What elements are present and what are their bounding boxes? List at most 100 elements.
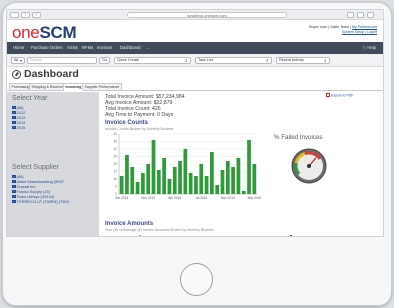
year-option-2015[interactable]: 2015 bbox=[12, 125, 25, 130]
preferences-link[interactable]: My Preferences bbox=[352, 25, 377, 29]
bar bbox=[141, 173, 145, 194]
x-tick-label: Nov 2014 bbox=[221, 196, 235, 200]
new-tab-icon[interactable] bbox=[367, 12, 374, 18]
page-title: Dashboard bbox=[24, 68, 79, 80]
chevron-down-icon: ▾ bbox=[19, 58, 22, 63]
search-input[interactable]: Search bbox=[27, 57, 97, 64]
x-tick-label: Jul 2014 bbox=[195, 196, 207, 200]
tabs-icon[interactable] bbox=[357, 12, 364, 18]
bar bbox=[167, 179, 172, 194]
bar bbox=[194, 176, 198, 194]
nav-purchase-orders[interactable]: Purchase Orders bbox=[31, 45, 63, 50]
bar bbox=[183, 149, 188, 194]
bar bbox=[125, 155, 129, 194]
x-tick-label: Jun 2013 bbox=[115, 196, 128, 200]
share-icon[interactable] bbox=[347, 12, 354, 18]
y-tick-label: 40 bbox=[113, 132, 117, 136]
address-bar[interactable]: scsdemo.onescm.com bbox=[127, 12, 287, 18]
chevron-down-icon: ⇕ bbox=[265, 58, 269, 63]
select-supplier-heading: Select Supplier bbox=[12, 164, 60, 171]
invoice-counts-chart: 0510152025303540Jun 2013 Nov 2013 Apr 2014… bbox=[113, 132, 262, 200]
bar bbox=[156, 170, 161, 194]
bar bbox=[210, 152, 214, 194]
bar bbox=[188, 173, 193, 194]
checkbox-icon bbox=[12, 184, 16, 189]
chevron-down-icon: ⇕ bbox=[323, 58, 327, 63]
nav-home[interactable]: Home bbox=[13, 45, 24, 50]
x-tick-label: Mar 2015 bbox=[248, 196, 262, 200]
checkbox-icon bbox=[12, 105, 16, 110]
checkbox-icon bbox=[12, 189, 16, 194]
nav-asns[interactable]: ASNs bbox=[67, 45, 78, 50]
sidebar-toggle-icon[interactable] bbox=[10, 12, 19, 18]
home-button[interactable] bbox=[180, 263, 213, 296]
invoice-amounts-title: Invoice Amounts bbox=[105, 221, 154, 227]
go-button[interactable]: Go bbox=[99, 57, 110, 64]
bar bbox=[151, 140, 156, 194]
invoice-counts-title: Invoice Counts bbox=[105, 120, 149, 126]
filter-sidebar: Select Year (All) 2012 2013 2014 2015 Se… bbox=[7, 92, 99, 236]
nav-rfms[interactable]: RFMs bbox=[82, 45, 93, 50]
pdf-icon bbox=[326, 93, 330, 97]
checkbox-icon bbox=[12, 174, 16, 179]
y-tick-label: 20 bbox=[113, 162, 117, 166]
user-info: Buyer User | Sales Team | My Preferences… bbox=[309, 25, 377, 35]
x-tick-label: Apr 2014 bbox=[168, 196, 181, 200]
recent-activity-select[interactable]: Recent Activity ⇕ bbox=[276, 57, 330, 64]
bar bbox=[220, 170, 225, 194]
bar bbox=[162, 158, 166, 194]
select-year-heading: Select Year bbox=[12, 95, 48, 102]
checkbox-icon bbox=[12, 115, 16, 120]
tab-invoicing[interactable]: Invoicing bbox=[63, 83, 84, 91]
bar bbox=[231, 167, 235, 194]
bar bbox=[241, 191, 246, 194]
url-text: scsdemo.onescm.com bbox=[187, 13, 227, 18]
nav-more[interactable]: ... bbox=[147, 45, 151, 50]
bar bbox=[204, 176, 209, 194]
brand-header: oneSCM Buyer User | Sales Team | My Pref… bbox=[7, 20, 383, 42]
invoice-counts-subtitle: Invoice Counts Broken by Monthly Buckets bbox=[105, 127, 174, 131]
quick-create-select[interactable]: Quick Create ⇕ bbox=[114, 57, 191, 64]
checkbox-icon bbox=[12, 199, 16, 204]
chevron-down-icon: ⇕ bbox=[184, 58, 188, 63]
onescm-logo[interactable]: oneSCM bbox=[12, 23, 77, 43]
back-button[interactable]: ‹ bbox=[21, 12, 30, 18]
avg-time-to-payment: Avg Time to Payment: 0 Days bbox=[105, 112, 174, 118]
bar bbox=[178, 161, 182, 194]
supplier-option[interactable]: TERRECO LP (TWEN) (7500 bbox=[12, 199, 69, 204]
failed-invoices-title: % Failed Invoices bbox=[274, 134, 323, 141]
y-tick-label: 5 bbox=[115, 185, 117, 189]
bar bbox=[172, 167, 177, 194]
tab-supplier-performance[interactable]: Supplier Performance bbox=[82, 83, 122, 90]
checkbox-icon bbox=[12, 110, 16, 115]
y-tick-label: 30 bbox=[113, 147, 117, 151]
nav-dashboard[interactable]: Dashboard bbox=[120, 45, 141, 50]
page-header: Dashboard bbox=[7, 67, 383, 82]
checkbox-icon bbox=[12, 120, 16, 125]
task-list-select[interactable]: Task List ⇕ bbox=[195, 57, 272, 64]
bar bbox=[215, 185, 220, 194]
y-tick-label: 25 bbox=[113, 155, 117, 159]
dashboard-tabs: Purchasing Shipping & Receiving Invoicin… bbox=[7, 82, 383, 91]
checkbox-icon bbox=[12, 194, 16, 199]
failed-invoices-gauge bbox=[291, 148, 327, 184]
bar bbox=[236, 158, 241, 194]
dashboard-icon bbox=[12, 70, 21, 79]
bar bbox=[130, 167, 135, 194]
screen: ‹ › scsdemo.onescm.com oneSCM Buyer User… bbox=[6, 9, 384, 237]
bar bbox=[247, 140, 251, 194]
bar bbox=[135, 182, 140, 194]
x-tick-label: Nov 2013 bbox=[141, 196, 155, 200]
forward-button[interactable]: › bbox=[32, 12, 41, 18]
checkbox-icon bbox=[12, 179, 16, 184]
dashboard-content: Total Invoice Amount: $57,234,984 Avg In… bbox=[99, 92, 383, 236]
scope-select[interactable]: All ▾ bbox=[11, 57, 25, 64]
help-link[interactable]: ⓘ Help bbox=[362, 45, 376, 51]
nav-invoices[interactable]: Invoices bbox=[97, 45, 112, 50]
browser-toolbar: ‹ › scsdemo.onescm.com bbox=[7, 10, 383, 20]
y-tick-label: 10 bbox=[113, 177, 117, 181]
y-tick-label: 35 bbox=[113, 140, 117, 144]
export-pdf-link[interactable]: Export to PDF bbox=[326, 93, 354, 97]
system-setup-link[interactable]: System Setup | Logoff bbox=[342, 30, 377, 34]
bar bbox=[146, 164, 151, 194]
